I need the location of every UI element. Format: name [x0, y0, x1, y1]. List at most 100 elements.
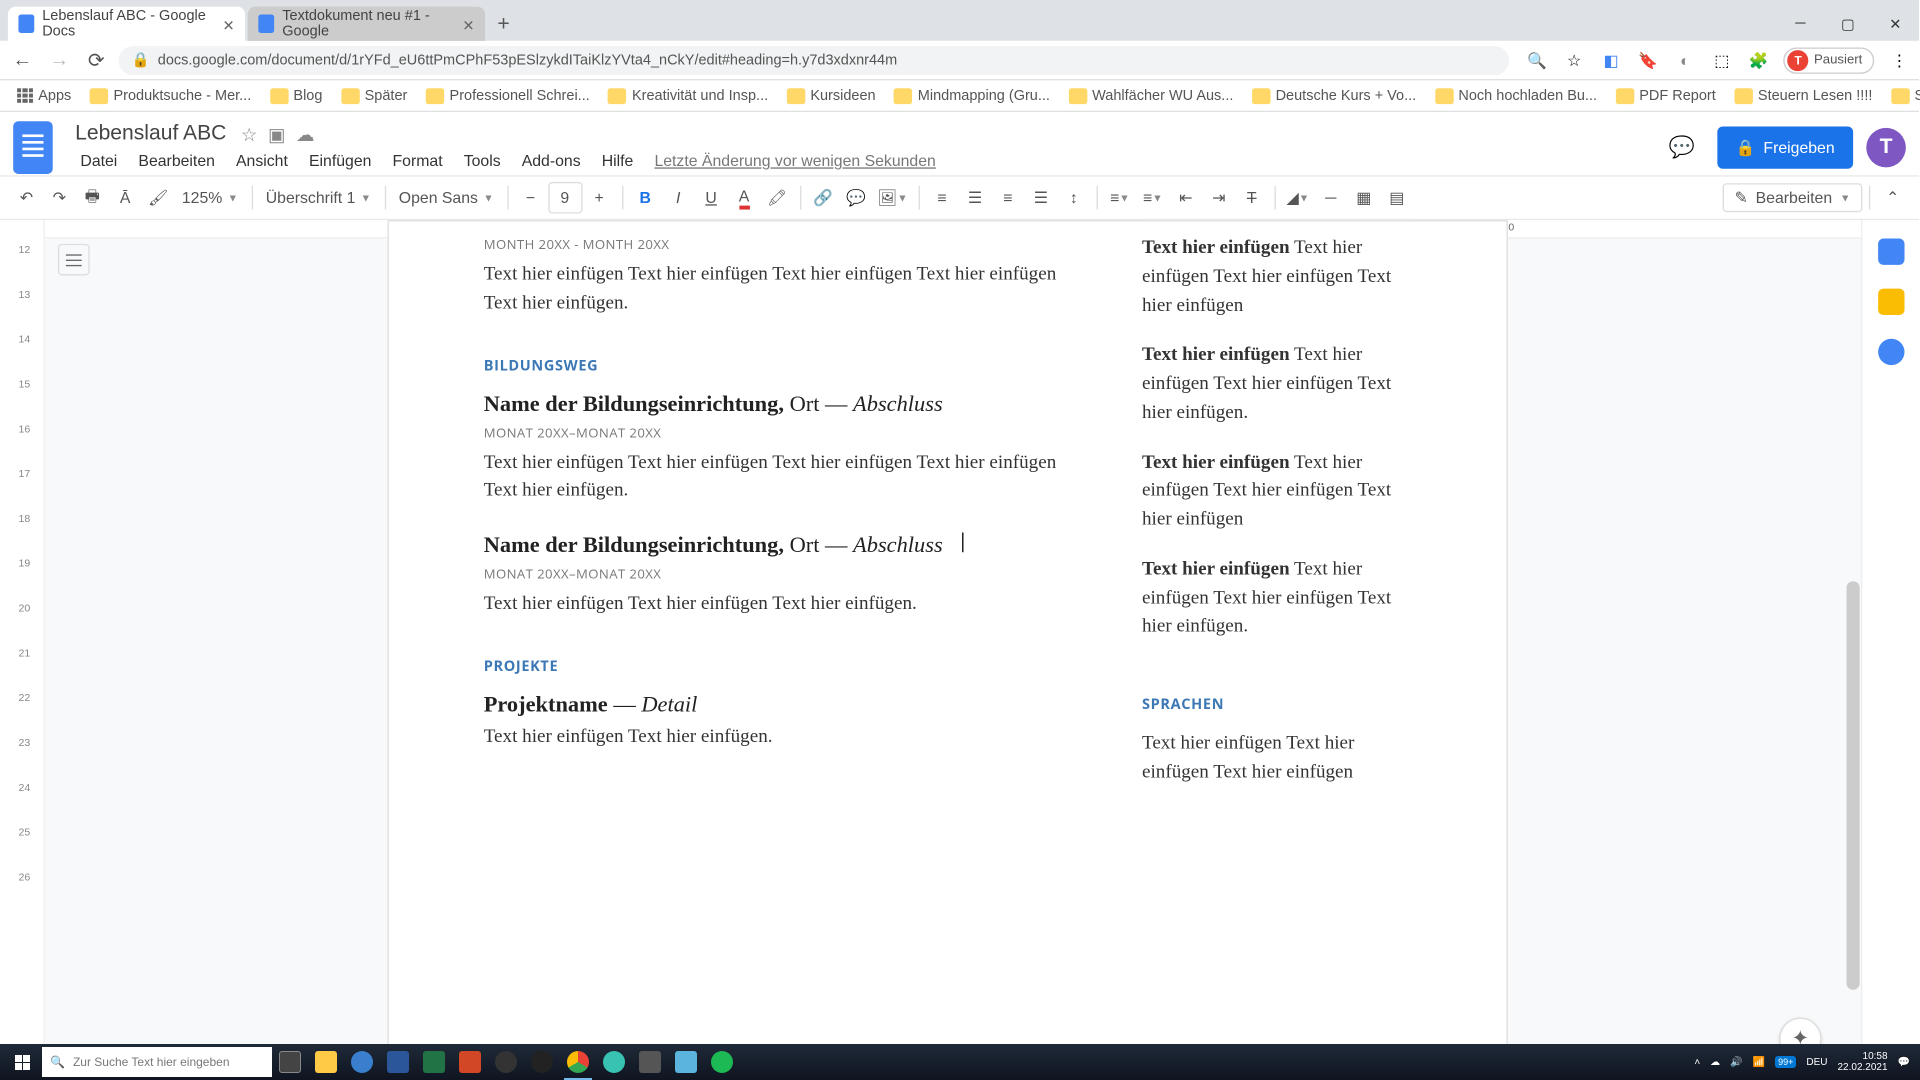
spotify-icon[interactable] [704, 1044, 740, 1080]
bookmark[interactable]: Wahlfächer WU Aus... [1062, 85, 1240, 106]
bookmark[interactable]: Noch hochladen Bu... [1428, 85, 1604, 106]
fill-button[interactable]: ◢▼ [1282, 182, 1314, 214]
minimize-button[interactable]: ─ [1777, 7, 1824, 41]
tab-inactive[interactable]: Textdokument neu #1 - Google ✕ [248, 7, 485, 41]
task-view-button[interactable] [272, 1044, 308, 1080]
clock[interactable]: 10:58 22.02.2021 [1837, 1051, 1887, 1073]
keep-icon[interactable] [1877, 289, 1903, 315]
align-right-button[interactable]: ≡ [992, 182, 1024, 214]
tray-expand-icon[interactable]: ˄ [1694, 1057, 1700, 1068]
text-color-button[interactable]: A [728, 182, 760, 214]
document-canvas[interactable]: 112345678910111211314151617181920 MONTH … [45, 220, 1861, 1080]
document-page[interactable]: MONTH 20XX - MONTH 20XX Text hier einfüg… [387, 220, 1507, 1080]
word-icon[interactable] [380, 1044, 416, 1080]
taskbar-search[interactable]: 🔍 Zur Suche Text hier eingeben [42, 1047, 272, 1077]
profile-button[interactable]: T Pausiert [1784, 47, 1875, 73]
clear-formatting-button[interactable]: T [1236, 182, 1268, 214]
obs-icon[interactable] [524, 1044, 560, 1080]
app-icon[interactable] [488, 1044, 524, 1080]
start-button[interactable] [2, 1044, 42, 1080]
border-style-button[interactable]: ▦ [1348, 182, 1380, 214]
bookmark[interactable]: Kreativität und Insp... [602, 85, 775, 106]
new-tab-button[interactable]: + [488, 9, 520, 41]
outline-button[interactable] [58, 244, 90, 276]
extensions-button[interactable]: 🧩 [1747, 48, 1771, 72]
decrease-indent-button[interactable]: ⇤ [1170, 182, 1202, 214]
forward-button[interactable]: → [45, 45, 74, 74]
increase-font-button[interactable]: + [583, 182, 615, 214]
move-icon[interactable]: ▣ [268, 123, 285, 145]
highlight-button[interactable]: 🖍 [761, 182, 793, 214]
undo-button[interactable]: ↶ [11, 182, 43, 214]
paint-format-button[interactable]: 🖌 [142, 182, 174, 214]
star-icon[interactable]: ☆ [241, 123, 258, 145]
menu-hilfe[interactable]: Hilfe [592, 148, 642, 174]
align-justify-button[interactable]: ☰ [1025, 182, 1057, 214]
edge-legacy-icon[interactable] [344, 1044, 380, 1080]
extension-icon[interactable]: ⬚ [1710, 48, 1734, 72]
wifi-icon[interactable]: 📶 [1753, 1057, 1765, 1068]
link-button[interactable]: 🔗 [807, 182, 839, 214]
explorer-icon[interactable] [308, 1044, 344, 1080]
comments-button[interactable]: 💬 [1659, 125, 1704, 170]
close-icon[interactable]: ✕ [222, 17, 234, 30]
style-select[interactable]: Überschrift 1▼ [259, 188, 378, 206]
border-button[interactable]: ─ [1315, 182, 1347, 214]
bookmark[interactable]: Professionell Schrei... [419, 85, 596, 106]
extension-icon[interactable]: ◧ [1599, 48, 1623, 72]
calendar-icon[interactable] [1877, 239, 1903, 265]
mail-badge[interactable]: 99+ [1775, 1056, 1796, 1068]
bold-button[interactable]: B [629, 182, 661, 214]
chrome-icon[interactable] [560, 1044, 596, 1080]
menu-datei[interactable]: Datei [71, 148, 126, 174]
bookmark[interactable]: Mindmapping (Gru... [887, 85, 1056, 106]
spellcheck-button[interactable]: Ᾱ [109, 182, 141, 214]
bulleted-list-button[interactable]: ≡▼ [1137, 182, 1169, 214]
numbered-list-button[interactable]: ≡▼ [1104, 182, 1136, 214]
comment-button[interactable]: 💬 [840, 182, 872, 214]
apps-button[interactable]: Apps [11, 85, 78, 106]
notepad-icon[interactable] [668, 1044, 704, 1080]
last-edit[interactable]: Letzte Änderung vor wenigen Sekunden [645, 148, 945, 174]
bookmark[interactable]: Produktsuche - Mer... [83, 85, 258, 106]
vertical-scrollbar[interactable] [1845, 239, 1861, 1080]
scrollbar-thumb[interactable] [1847, 581, 1860, 990]
tab-active[interactable]: Lebenslauf ABC - Google Docs ✕ [8, 7, 245, 41]
redo-button[interactable]: ↷ [43, 182, 75, 214]
bookmark[interactable]: PDF Report [1609, 85, 1722, 106]
print-button[interactable]: 🖶 [76, 182, 108, 214]
align-center-button[interactable]: ☰ [959, 182, 991, 214]
back-button[interactable]: ← [8, 45, 37, 74]
close-window-button[interactable]: ✕ [1872, 7, 1919, 41]
extension-icon[interactable]: ◐ [1673, 48, 1697, 72]
menu-format[interactable]: Format [383, 148, 452, 174]
border-width-button[interactable]: ▤ [1381, 182, 1413, 214]
notifications-icon[interactable]: 💬 [1898, 1057, 1910, 1068]
bookmark[interactable]: Später [334, 85, 414, 106]
menu-bearbeiten[interactable]: Bearbeiten [129, 148, 224, 174]
italic-button[interactable]: I [662, 182, 694, 214]
cloud-icon[interactable]: ☁ [296, 123, 314, 145]
edge-icon[interactable] [596, 1044, 632, 1080]
close-icon[interactable]: ✕ [462, 17, 474, 30]
volume-icon[interactable]: 🔊 [1730, 1057, 1742, 1068]
docs-logo[interactable] [13, 121, 53, 174]
share-button[interactable]: 🔒 Freigeben [1717, 127, 1853, 169]
onedrive-icon[interactable]: ☁ [1710, 1057, 1720, 1068]
image-button[interactable]: 🖼▼ [873, 182, 911, 214]
excel-icon[interactable] [416, 1044, 452, 1080]
underline-button[interactable]: U [695, 182, 727, 214]
reload-button[interactable]: ⟳ [82, 45, 111, 74]
menu-icon[interactable]: ⋮ [1887, 48, 1911, 72]
menu-einfuegen[interactable]: Einfügen [300, 148, 381, 174]
menu-tools[interactable]: Tools [454, 148, 509, 174]
bookmark[interactable]: Blog [263, 85, 329, 106]
menu-ansicht[interactable]: Ansicht [227, 148, 297, 174]
zoom-icon[interactable]: 🔍 [1525, 48, 1549, 72]
bookmark[interactable]: Steuern Lesen !!!! [1728, 85, 1879, 106]
font-select[interactable]: Open Sans▼ [392, 188, 500, 206]
doc-title[interactable]: Lebenslauf ABC [71, 121, 230, 147]
menu-addons[interactable]: Add-ons [512, 148, 589, 174]
font-size-input[interactable]: 9 [548, 182, 582, 214]
url-bar[interactable]: 🔒 docs.google.com/document/d/1rYFd_eU6tt… [119, 45, 1510, 74]
